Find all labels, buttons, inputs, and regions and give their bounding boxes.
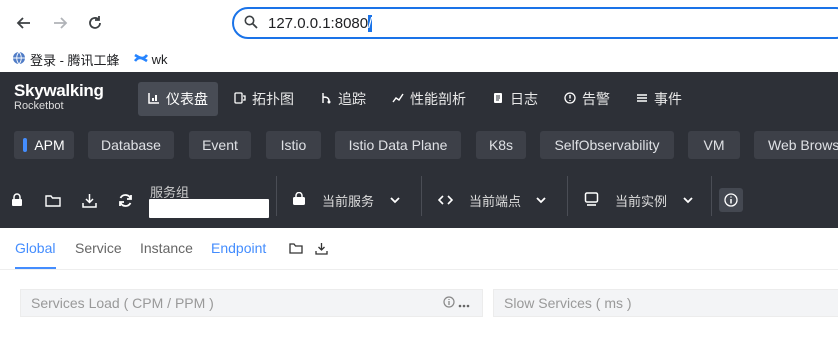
bookmark-label: wk: [151, 51, 168, 67]
select-label: 当前端点: [469, 193, 522, 209]
download-icon[interactable]: [315, 242, 328, 258]
download-icon[interactable]: [80, 191, 98, 209]
layer-label: Istio: [280, 137, 307, 153]
main-menu: 仪表盘 拓扑图 追踪 性能剖析 日志 告警 事件: [138, 82, 698, 116]
layer-label: SelfObservability: [554, 137, 660, 153]
layer-label: Web Browse: [768, 137, 838, 153]
bookmark-label: 登录 - 腾讯工蜂: [30, 52, 120, 68]
layer-tabs: APM Database Event Istio Istio Data Plan…: [0, 126, 838, 164]
layer-label: Istio Data Plane: [348, 137, 448, 153]
widget-actions: [443, 296, 470, 311]
tab-endpoint[interactable]: Endpoint: [211, 240, 266, 256]
menu-dashboard[interactable]: 仪表盘: [138, 82, 218, 116]
reload-icon[interactable]: [82, 10, 108, 36]
menu-label: 日志: [510, 91, 538, 107]
back-arrow-icon[interactable]: [10, 10, 36, 36]
chevron-down-icon: [683, 193, 693, 207]
menu-trace[interactable]: 追踪: [310, 82, 376, 116]
info-icon[interactable]: [443, 296, 458, 311]
slow-services-widget: Slow Services ( ms ): [493, 289, 838, 317]
menu-event[interactable]: 事件: [626, 82, 692, 116]
app-header: Skywalking Rocketbot 仪表盘 拓扑图 追踪 性能剖析 日志 …: [0, 72, 838, 126]
tab-instance[interactable]: Instance: [140, 240, 193, 256]
address-bar[interactable]: 127.0.0.1:8080/: [232, 7, 838, 39]
topology-icon: [234, 91, 246, 107]
layer-apm[interactable]: APM: [14, 131, 74, 159]
logo-subtitle: Rocketbot: [14, 100, 64, 112]
layer-k8s[interactable]: K8s: [476, 131, 526, 159]
active-indicator: [23, 138, 28, 152]
menu-label: 拓扑图: [252, 91, 294, 107]
current-endpoint-select[interactable]: 当前端点: [437, 186, 556, 214]
browser-toolbar: 127.0.0.1:8080/: [0, 0, 838, 46]
event-icon: [636, 92, 648, 107]
layer-database[interactable]: Database: [88, 131, 174, 159]
current-service-select[interactable]: 当前服务: [292, 186, 410, 214]
layer-selfobservability[interactable]: SelfObservability: [540, 131, 674, 159]
service-group-input[interactable]: [149, 199, 269, 218]
menu-label: 事件: [654, 91, 682, 107]
current-instance-select[interactable]: 当前实例: [584, 186, 704, 214]
logo-title: Skywalking: [14, 81, 104, 100]
dashboard-toolbar: 服务组 当前服务 当前端点 当前实例: [0, 164, 838, 228]
refresh-icon[interactable]: [116, 191, 134, 209]
trace-icon: [320, 92, 332, 107]
divider: [567, 176, 568, 216]
menu-label: 追踪: [338, 91, 366, 107]
alarm-icon: [564, 91, 576, 107]
url-selection: /: [368, 14, 373, 32]
layer-event[interactable]: Event: [189, 131, 251, 159]
widget-title: Slow Services ( ms ): [504, 295, 632, 311]
menu-label: 告警: [582, 91, 610, 107]
globe-icon: [12, 51, 26, 68]
dashboard-icon: [148, 92, 160, 107]
divider: [421, 176, 422, 216]
bookmarks-bar: 登录 - 腾讯工蜂 wk: [0, 46, 838, 72]
widget-title: Services Load ( CPM / PPM ): [31, 295, 214, 311]
dashboard-tabs: Global Service Instance Endpoint: [0, 228, 838, 270]
layer-istio-data-plane[interactable]: Istio Data Plane: [335, 131, 461, 159]
search-icon: [244, 15, 258, 32]
menu-label: 仪表盘: [166, 91, 208, 107]
menu-topology[interactable]: 拓扑图: [224, 82, 304, 116]
code-icon: [437, 192, 454, 208]
divider: [276, 176, 277, 216]
lock-icon[interactable]: [8, 191, 26, 209]
services-load-widget: Services Load ( CPM / PPM ): [20, 289, 483, 317]
menu-alarm[interactable]: 告警: [554, 82, 620, 116]
logo: Skywalking Rocketbot: [14, 81, 104, 113]
more-options-icon[interactable]: [458, 297, 470, 311]
menu-log[interactable]: 日志: [482, 82, 548, 116]
chevron-down-icon: [390, 193, 400, 207]
folder-icon[interactable]: [44, 191, 62, 209]
layer-label: Database: [101, 137, 161, 153]
layer-label: Event: [202, 137, 238, 153]
menu-label: 性能剖析: [410, 91, 466, 107]
chevron-down-icon: [536, 193, 546, 207]
url-text: 127.0.0.1:8080/: [268, 14, 373, 32]
instance-icon: [584, 191, 599, 209]
forward-arrow-icon[interactable]: [48, 10, 74, 36]
layer-label: VM: [703, 137, 725, 153]
bookmark-login[interactable]: 登录 - 腾讯工蜂: [12, 50, 120, 69]
layer-label: APM: [34, 137, 65, 153]
active-tab-underline: [15, 267, 56, 269]
tab-global[interactable]: Global: [15, 240, 55, 256]
folder-icon[interactable]: [289, 242, 303, 257]
confluence-icon: [133, 51, 148, 68]
service-icon: [292, 191, 306, 209]
profile-icon: [392, 92, 404, 107]
info-icon[interactable]: [719, 188, 743, 212]
select-label: 当前实例: [615, 193, 668, 209]
layer-istio[interactable]: Istio: [266, 131, 321, 159]
log-icon: [492, 92, 504, 107]
tab-service[interactable]: Service: [75, 240, 122, 256]
layer-web-browser[interactable]: Web Browse: [754, 131, 838, 159]
menu-profile[interactable]: 性能剖析: [382, 82, 476, 116]
layer-vm[interactable]: VM: [688, 131, 740, 159]
bookmark-wk[interactable]: wk: [133, 51, 168, 68]
select-label: 当前服务: [322, 193, 375, 209]
layer-label: K8s: [488, 137, 514, 153]
divider: [711, 176, 712, 216]
